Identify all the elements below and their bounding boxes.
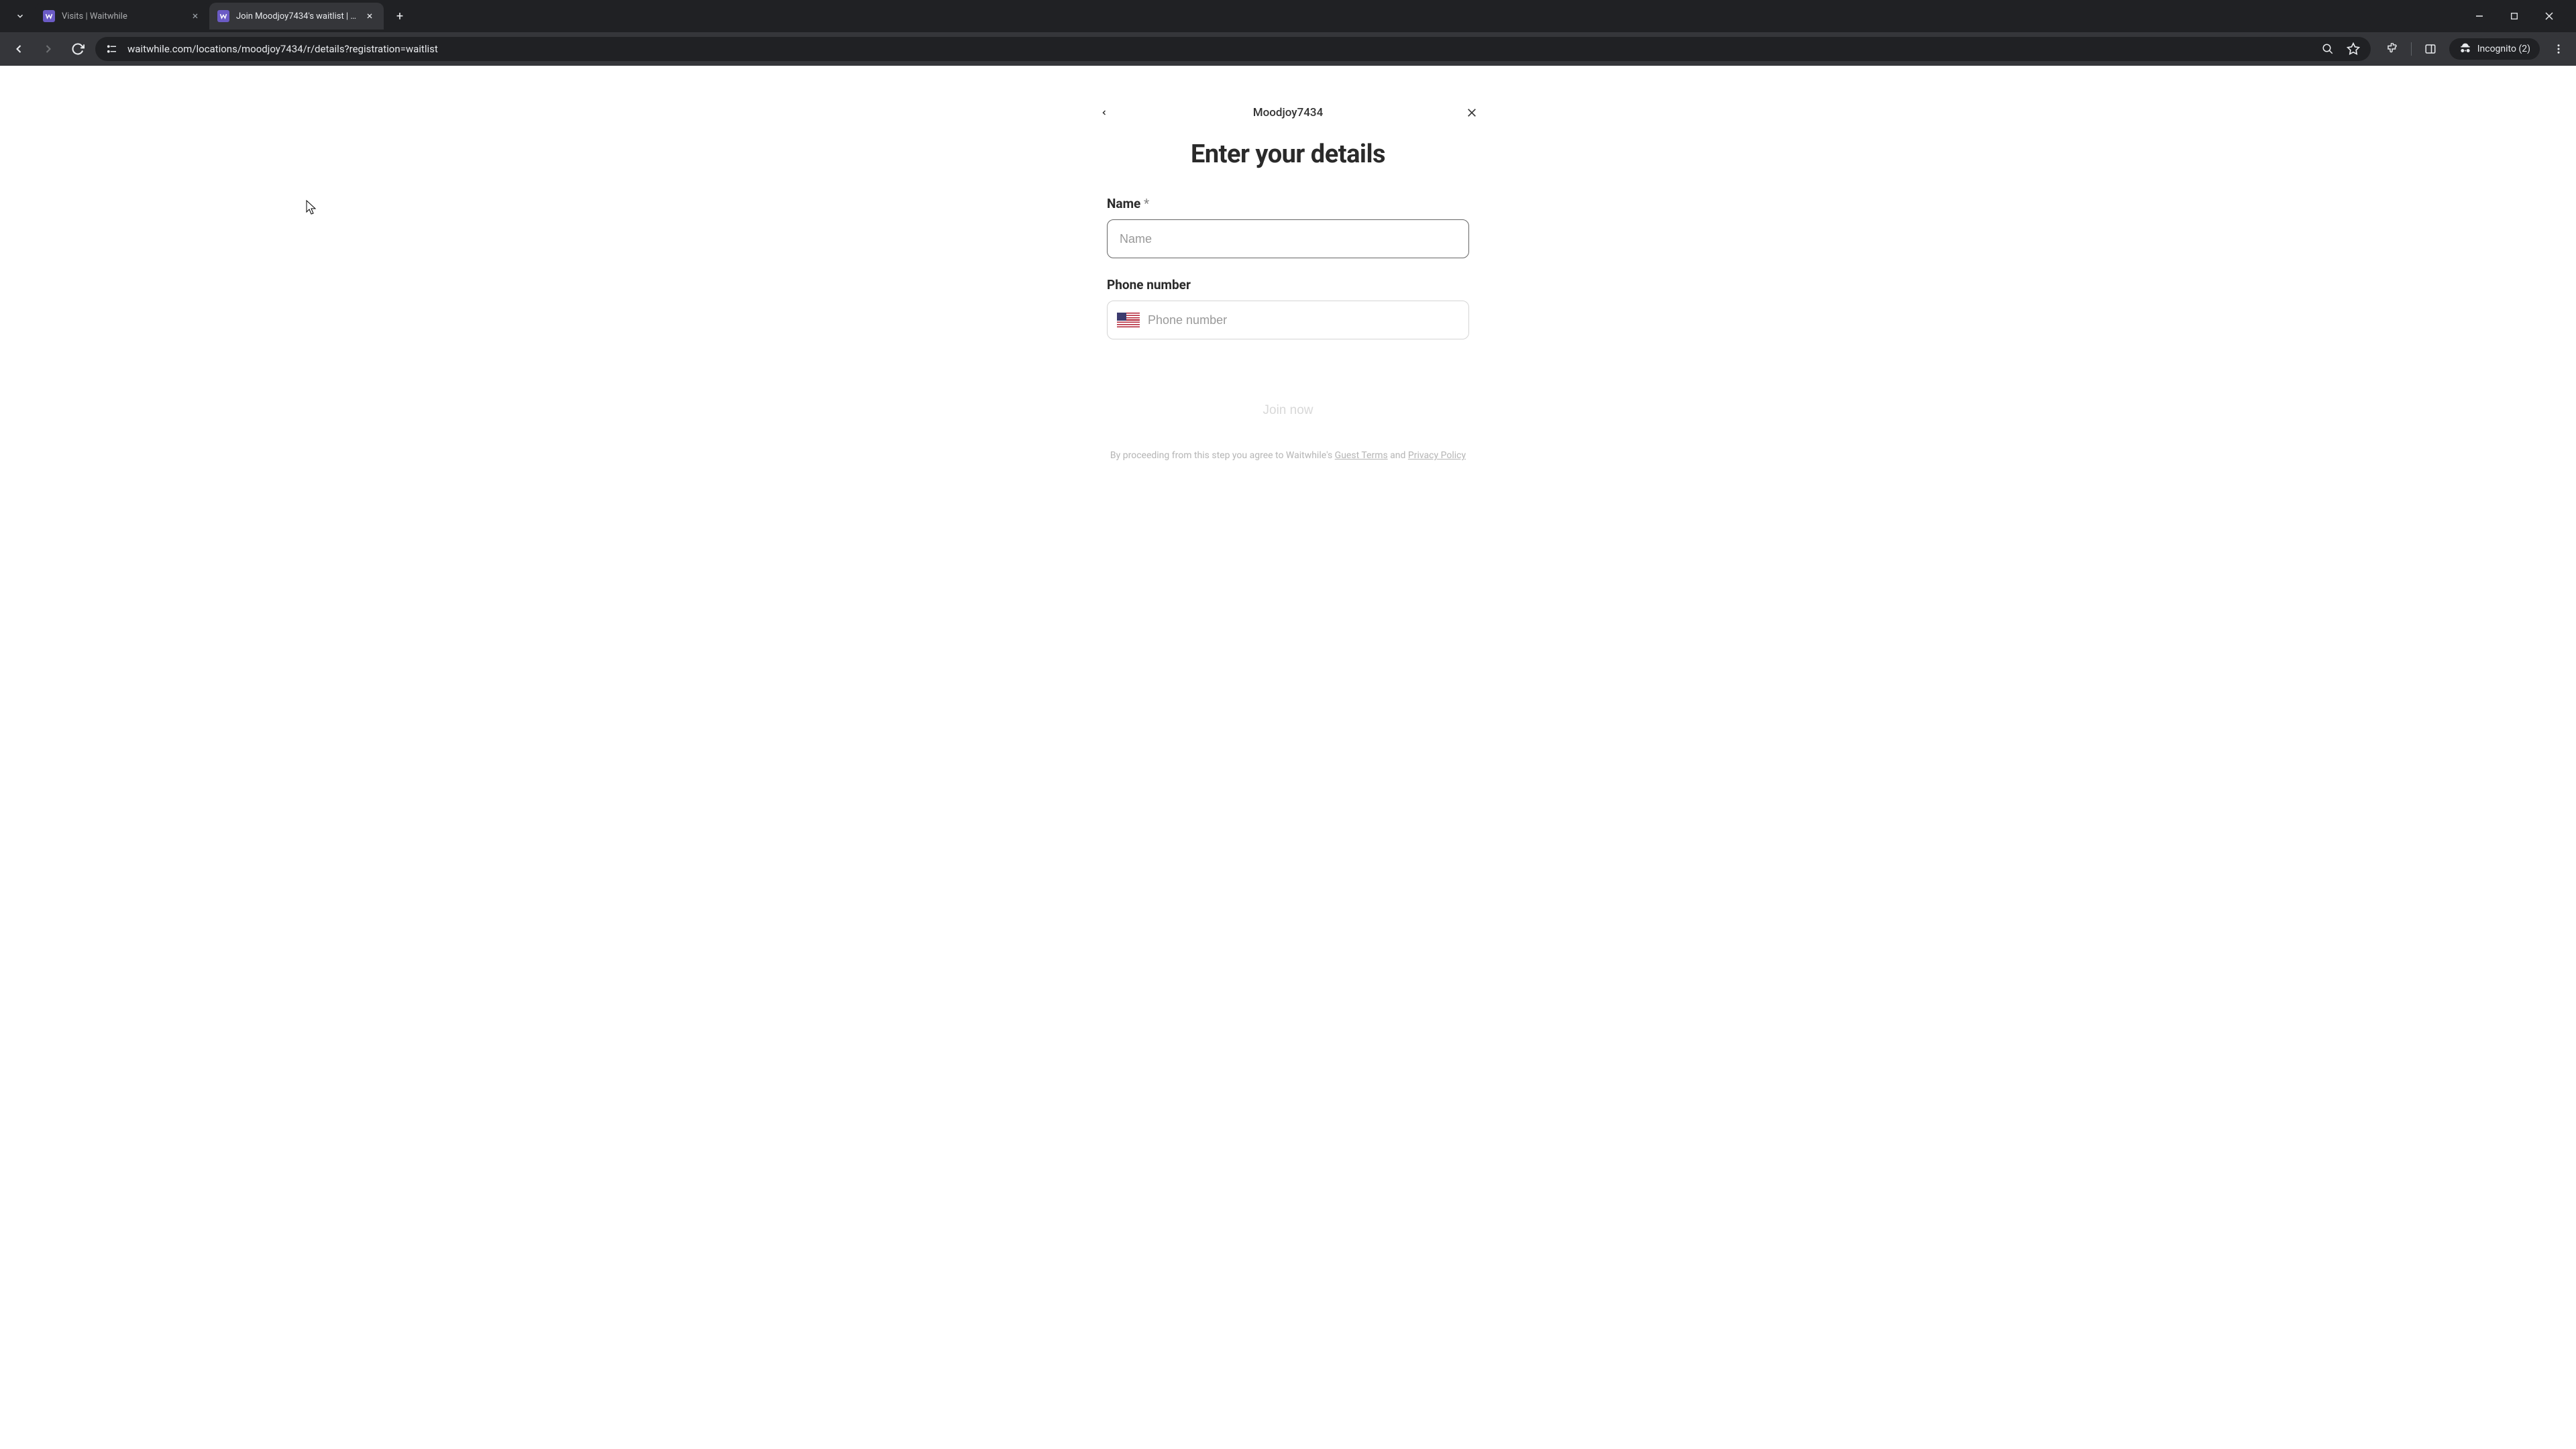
tab-visits[interactable]: Visits | Waitwhile × xyxy=(35,3,209,30)
new-tab-button[interactable]: + xyxy=(389,5,411,27)
phone-label: Phone number xyxy=(1107,277,1469,292)
required-marker: * xyxy=(1144,196,1149,211)
url-text: waitwhile.com/locations/moodjoy7434/r/de… xyxy=(127,43,2312,55)
location-name: Moodjoy7434 xyxy=(1253,106,1324,119)
side-panel-icon[interactable] xyxy=(2420,38,2441,60)
address-bar[interactable]: waitwhile.com/locations/moodjoy7434/r/de… xyxy=(95,37,2371,61)
join-now-button[interactable]: Join now xyxy=(1107,392,1469,429)
country-flag-us[interactable] xyxy=(1117,313,1140,327)
forward-button[interactable] xyxy=(36,37,60,61)
tab-join-waitlist[interactable]: Join Moodjoy7434's waitlist | W × xyxy=(209,3,384,30)
phone-form-group: Phone number xyxy=(1107,277,1469,339)
waitwhile-favicon xyxy=(217,10,229,22)
waitwhile-favicon xyxy=(43,10,55,22)
page-title: Enter your details xyxy=(1107,140,1469,169)
maximize-button[interactable] xyxy=(2504,5,2525,27)
phone-input[interactable] xyxy=(1148,301,1459,339)
form-container: Moodjoy7434 Enter your details Name * Ph… xyxy=(1107,66,1469,503)
mouse-cursor xyxy=(306,200,318,216)
incognito-icon xyxy=(2459,42,2472,56)
privacy-policy-link[interactable]: Privacy Policy xyxy=(1408,450,1466,461)
back-button[interactable] xyxy=(7,37,31,61)
tab-search-dropdown[interactable] xyxy=(5,1,35,31)
site-settings-icon[interactable] xyxy=(105,42,119,56)
tab-title: Visits | Waitwhile xyxy=(62,11,182,21)
form-close-button[interactable] xyxy=(1461,102,1483,123)
form-back-button[interactable] xyxy=(1093,102,1115,123)
page-content: Moodjoy7434 Enter your details Name * Ph… xyxy=(0,66,2576,1449)
close-window-button[interactable] xyxy=(2538,5,2560,27)
name-label: Name * xyxy=(1107,196,1469,211)
form-header: Moodjoy7434 xyxy=(1107,106,1469,119)
close-tab-icon[interactable]: × xyxy=(189,10,201,22)
name-form-group: Name * xyxy=(1107,196,1469,258)
incognito-badge[interactable]: Incognito (2) xyxy=(2449,38,2540,60)
bookmark-icon[interactable] xyxy=(2345,41,2361,57)
tab-bar: Visits | Waitwhile × Join Moodjoy7434's … xyxy=(0,0,2576,32)
browser-chrome: Visits | Waitwhile × Join Moodjoy7434's … xyxy=(0,0,2576,66)
name-input[interactable] xyxy=(1107,219,1469,258)
tab-title: Join Moodjoy7434's waitlist | W xyxy=(236,11,357,21)
close-tab-icon[interactable]: × xyxy=(364,10,376,22)
divider xyxy=(2411,42,2412,56)
extensions-icon[interactable] xyxy=(2381,38,2403,60)
guest-terms-link[interactable]: Guest Terms xyxy=(1335,450,1388,461)
legal-text: By proceeding from this step you agree t… xyxy=(1107,448,1469,463)
reload-button[interactable] xyxy=(66,37,90,61)
incognito-label: Incognito (2) xyxy=(2477,44,2530,54)
phone-input-wrapper xyxy=(1107,301,1469,339)
browser-toolbar: waitwhile.com/locations/moodjoy7434/r/de… xyxy=(0,32,2576,66)
minimize-button[interactable] xyxy=(2469,5,2490,27)
menu-icon[interactable] xyxy=(2548,38,2569,60)
toolbar-right: Incognito (2) xyxy=(2376,38,2569,60)
window-controls xyxy=(2469,5,2571,27)
zoom-icon[interactable] xyxy=(2320,41,2336,57)
